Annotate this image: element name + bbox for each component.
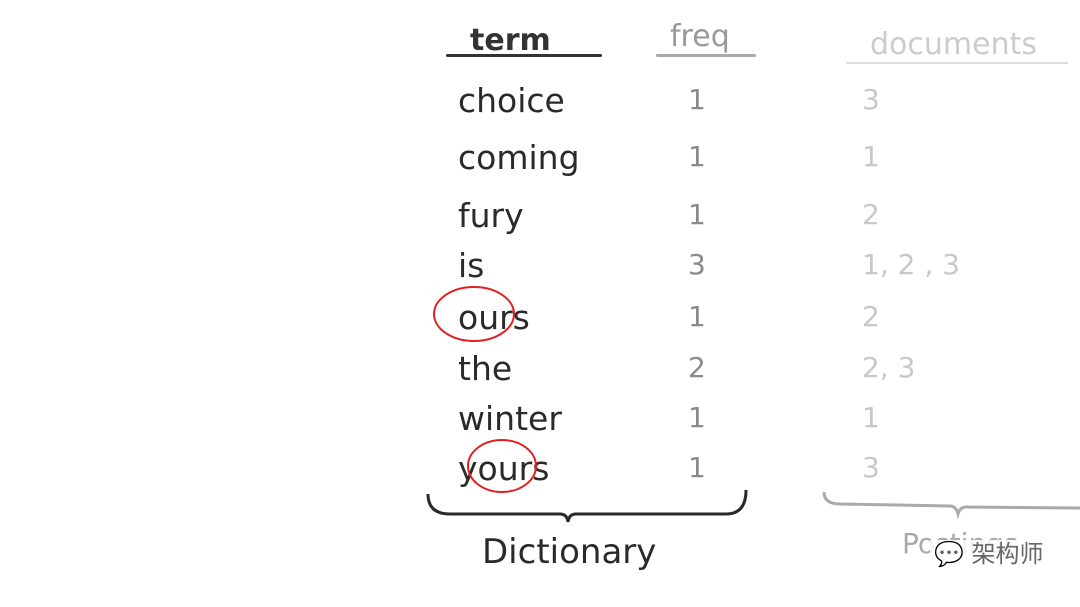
dictionary-brace bbox=[426, 489, 748, 523]
wechat-icon: 💬 bbox=[934, 540, 964, 568]
annotations bbox=[426, 286, 1080, 523]
highlight-circle-yours bbox=[467, 439, 537, 493]
highlight-circle-ours bbox=[433, 286, 515, 342]
postings-brace bbox=[822, 491, 1080, 520]
dictionary-label: Dictionary bbox=[482, 532, 657, 572]
watermark: 💬 架构师 bbox=[930, 540, 1048, 568]
watermark-text: 架构师 bbox=[971, 540, 1044, 568]
